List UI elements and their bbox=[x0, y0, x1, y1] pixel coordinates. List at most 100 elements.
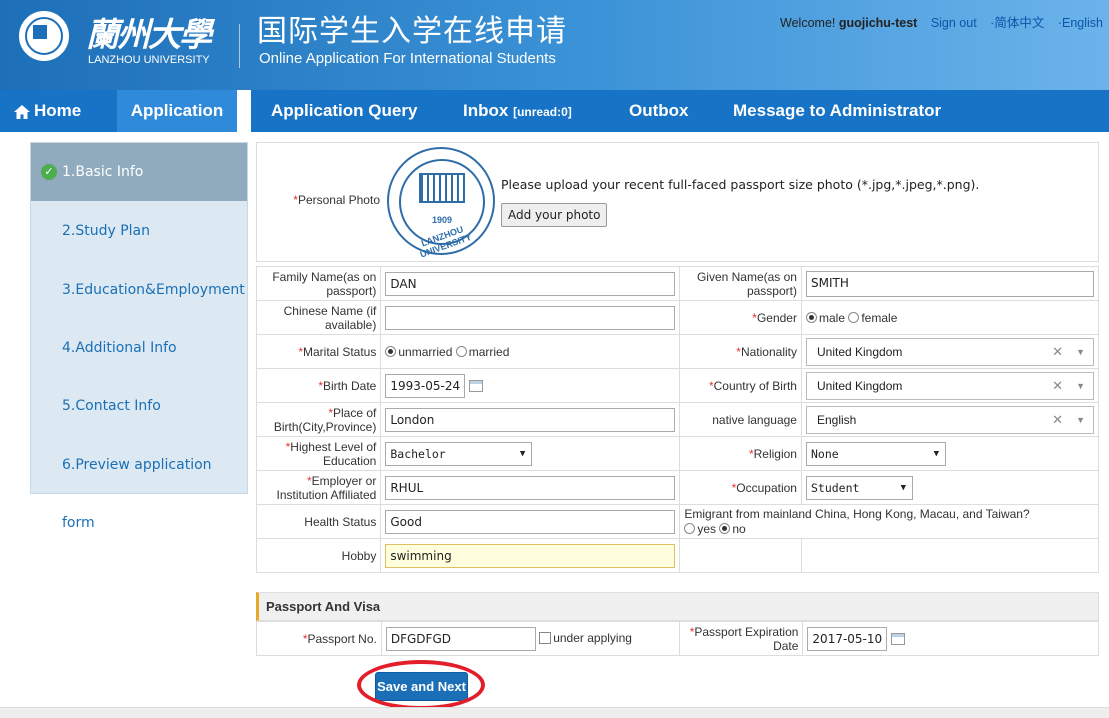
education-label-text: Highest Level of Education bbox=[290, 439, 377, 468]
place-birth-label: *Place of Birth(City,Province) bbox=[255, 402, 382, 437]
signout-link[interactable]: Sign out bbox=[931, 16, 977, 30]
nav-home[interactable]: Home bbox=[14, 90, 112, 132]
nationality-label-text: Nationality bbox=[740, 344, 797, 359]
emigrant-cell: Emigrant from mainland China, Hong Kong,… bbox=[679, 504, 1099, 539]
marital-unmarried-label: unmarried bbox=[398, 344, 453, 359]
health-label: Health Status bbox=[255, 504, 382, 539]
photo-label-text: Personal Photo bbox=[297, 193, 380, 207]
gender-label-text: Gender bbox=[756, 310, 797, 325]
passport-expiry-input[interactable]: 2017-05-10 bbox=[807, 626, 888, 651]
nationality-select[interactable]: United Kingdom ✕ ▼ bbox=[805, 337, 1094, 366]
add-photo-button[interactable]: Add your photo bbox=[501, 203, 608, 227]
given-name-input[interactable]: SMITH bbox=[805, 270, 1094, 297]
sidebar-item-preview[interactable]: 6.Preview application form bbox=[31, 436, 247, 531]
health-input[interactable]: Good bbox=[385, 509, 676, 534]
nav-application-query[interactable]: Application Query bbox=[271, 90, 417, 132]
calendar-icon[interactable] bbox=[469, 379, 484, 392]
nav-inbox-label: Inbox bbox=[463, 101, 509, 120]
nav-outbox[interactable]: Outbox bbox=[629, 90, 689, 132]
chinese-name-label: Chinese Name (if available) bbox=[255, 300, 382, 335]
marital-married-radio[interactable] bbox=[455, 345, 467, 357]
employer-input[interactable]: RHUL bbox=[385, 475, 676, 500]
page-title-english: Online Application For International Stu… bbox=[259, 50, 556, 67]
home-icon bbox=[14, 104, 30, 119]
passport-expiry-label: *Passport Expiration Date bbox=[678, 621, 804, 656]
sidebar-item-study-plan[interactable]: 2.Study Plan bbox=[31, 202, 247, 260]
occupation-value: Student bbox=[810, 480, 860, 495]
table-row: *Employer or Institution Affiliated RHUL… bbox=[255, 470, 1100, 505]
emigrant-no-radio[interactable] bbox=[719, 522, 731, 534]
religion-label: *Religion bbox=[679, 436, 802, 471]
clear-icon[interactable]: ✕ bbox=[1052, 339, 1063, 365]
basic-info-table: Family Name(as on passport) DAN Given Na… bbox=[255, 266, 1100, 573]
logo-english: LANZHOU UNIVERSITY bbox=[88, 54, 210, 66]
sidebar-item-basic-info[interactable]: ✓ 1.Basic Info bbox=[31, 143, 247, 201]
family-name-input[interactable]: DAN bbox=[385, 271, 676, 296]
education-select[interactable]: Bachelor ▼ bbox=[385, 441, 533, 466]
passport-no-label: *Passport No. bbox=[256, 621, 382, 656]
occupation-label-text: Occupation bbox=[736, 480, 797, 495]
sidebar-item-contact-info[interactable]: 5.Contact Info bbox=[31, 377, 247, 435]
nationality-value: United Kingdom bbox=[816, 344, 903, 359]
photo-section: *Personal Photo 1909 LANZHOU UNIVERSITY … bbox=[256, 142, 1099, 262]
country-birth-label-text: Country of Birth bbox=[713, 378, 797, 393]
nationality-label: *Nationality bbox=[679, 334, 802, 369]
country-birth-select[interactable]: United Kingdom ✕ ▼ bbox=[805, 371, 1094, 400]
passport-section-title: Passport And Visa bbox=[256, 592, 1099, 621]
page-title-chinese: 国际学生入学在线申请 bbox=[257, 15, 567, 48]
nav-inbox[interactable]: Inbox [unread:0] bbox=[463, 90, 572, 132]
calendar-icon[interactable] bbox=[891, 632, 906, 645]
chevron-down-icon: ▼ bbox=[519, 448, 526, 459]
photo-label: *Personal Photo bbox=[293, 193, 380, 207]
highlight-circle-annotation bbox=[357, 660, 485, 710]
occupation-label: *Occupation bbox=[679, 470, 802, 505]
marital-unmarried-radio[interactable] bbox=[385, 345, 397, 357]
lang-english-link[interactable]: ·English bbox=[1058, 16, 1103, 30]
country-birth-value: United Kingdom bbox=[816, 378, 903, 393]
occupation-select[interactable]: Student ▼ bbox=[805, 475, 913, 500]
under-applying-checkbox[interactable] bbox=[539, 631, 552, 644]
nav-application[interactable]: Application bbox=[117, 90, 237, 132]
birth-date-label-text: Birth Date bbox=[322, 378, 377, 393]
sidebar-item-education[interactable]: 3.Education&Employment bbox=[31, 261, 247, 319]
place-birth-label-text: Place of Birth(City,Province) bbox=[273, 405, 377, 434]
religion-select[interactable]: None ▼ bbox=[805, 441, 946, 466]
bottom-bar bbox=[0, 707, 1109, 718]
chevron-down-icon[interactable]: ▼ bbox=[1076, 339, 1085, 365]
nav-divider bbox=[237, 90, 251, 132]
emigrant-no-label: no bbox=[732, 521, 746, 536]
birth-date-input[interactable]: 1993-05-24 bbox=[385, 373, 466, 398]
passport-no-input[interactable]: DFGDFGD bbox=[385, 626, 536, 651]
main-nav: Home Application Application Query Inbox… bbox=[0, 90, 1109, 132]
table-row: Health Status Good Emigrant from mainlan… bbox=[255, 504, 1099, 539]
emigrant-yes-radio[interactable] bbox=[684, 522, 696, 534]
hobby-input[interactable]: swimming bbox=[385, 543, 676, 568]
employer-label-text: Employer or Institution Affiliated bbox=[276, 473, 377, 502]
main-form: *Personal Photo 1909 LANZHOU UNIVERSITY … bbox=[255, 142, 1100, 700]
chevron-down-icon: ▼ bbox=[933, 448, 939, 459]
gender-female-radio[interactable] bbox=[848, 311, 860, 323]
under-applying-label: under applying bbox=[553, 630, 632, 645]
clear-icon[interactable]: ✕ bbox=[1052, 373, 1063, 399]
chevron-down-icon[interactable]: ▼ bbox=[1076, 407, 1085, 433]
religion-label-text: Religion bbox=[753, 446, 797, 461]
table-row: Hobby swimming bbox=[255, 538, 1100, 573]
inbox-unread-count: [unread:0] bbox=[513, 105, 572, 119]
religion-value: None bbox=[810, 446, 839, 461]
user-bar: Welcome! guojichu-test Sign out ·简体中文 ·E… bbox=[780, 12, 1103, 31]
table-row: Family Name(as on passport) DAN Given Na… bbox=[255, 266, 1100, 301]
chevron-down-icon[interactable]: ▼ bbox=[1076, 373, 1085, 399]
table-row: *Place of Birth(City,Province) London na… bbox=[255, 402, 1100, 437]
native-language-select[interactable]: English ✕ ▼ bbox=[805, 405, 1094, 434]
place-birth-input[interactable]: London bbox=[385, 407, 676, 432]
clear-icon[interactable]: ✕ bbox=[1052, 407, 1063, 433]
gender-male-radio[interactable] bbox=[805, 311, 817, 323]
photo-hint: Please upload your recent full-faced pas… bbox=[501, 177, 980, 192]
sidebar-item-additional-info[interactable]: 4.Additional Info bbox=[31, 319, 247, 377]
nav-home-label: Home bbox=[34, 101, 82, 120]
lang-chinese-link[interactable]: ·简体中文 bbox=[990, 16, 1044, 30]
marital-label-text: Marital Status bbox=[302, 344, 377, 359]
native-language-label: native language bbox=[679, 402, 802, 437]
nav-message-admin[interactable]: Message to Administrator bbox=[733, 90, 941, 132]
chinese-name-input[interactable] bbox=[385, 305, 676, 330]
